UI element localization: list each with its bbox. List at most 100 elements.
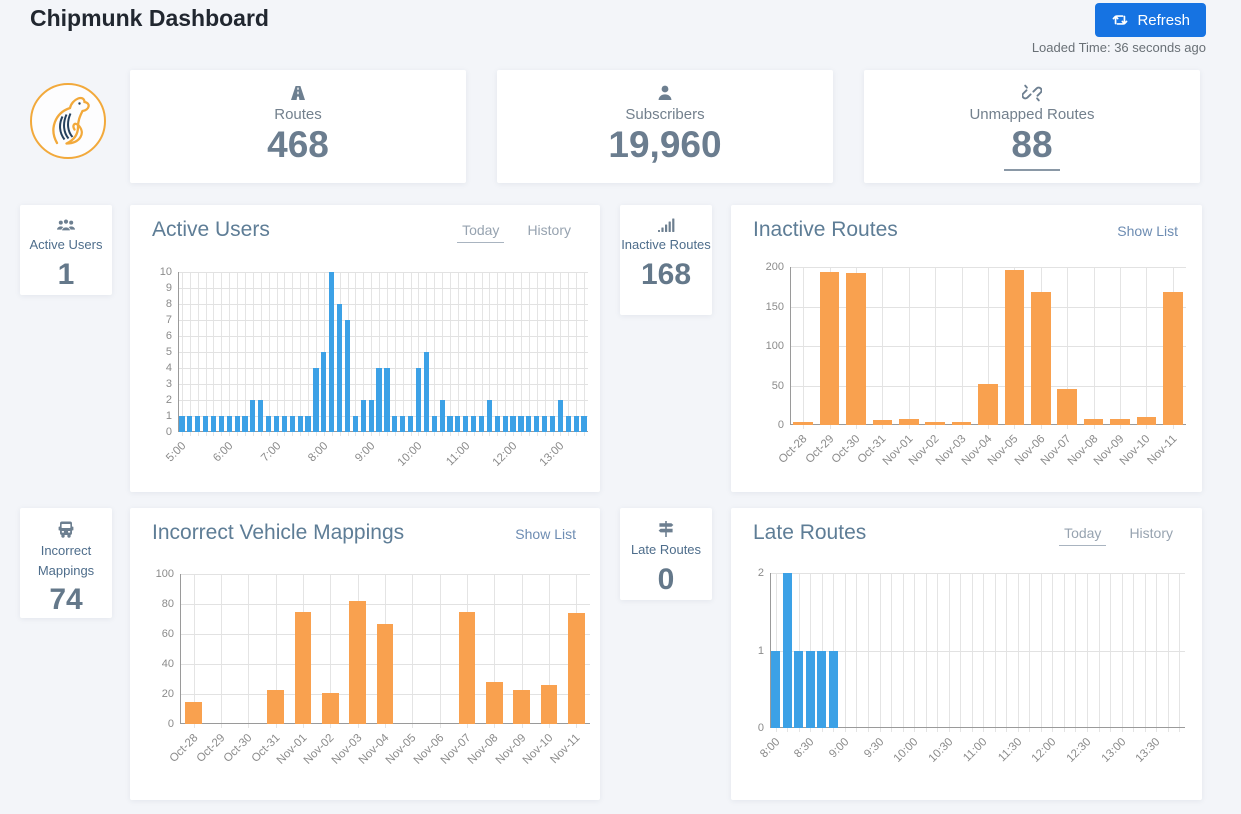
active-users-mini-card: Active Users 1	[20, 205, 112, 295]
bar	[793, 422, 813, 425]
tab-history[interactable]: History	[522, 222, 576, 243]
y-tick-label: 3	[138, 378, 172, 390]
show-list-link[interactable]: Show List	[1117, 223, 1178, 239]
bar	[416, 368, 421, 432]
mini-card-label: Inactive Routes	[620, 235, 712, 255]
bar	[329, 272, 334, 432]
bar	[526, 416, 531, 432]
y-tick-label: 0	[750, 419, 784, 431]
bar	[432, 416, 437, 432]
bar	[377, 624, 394, 725]
incorrect-mappings-panel: Incorrect Vehicle Mappings Show List 0 20…	[130, 508, 600, 800]
active-users-tabs: Today History	[457, 222, 576, 243]
page-title: Chipmunk Dashboard	[30, 5, 269, 32]
bar	[195, 416, 200, 432]
dashboard-page: Chipmunk Dashboard Refresh Loaded Time: …	[0, 0, 1241, 814]
bar	[479, 416, 484, 432]
y-tick-label: 1	[730, 645, 764, 657]
y-tick-label: 0	[140, 718, 174, 730]
y-tick-label: 5	[138, 346, 172, 358]
plot-area	[178, 272, 588, 432]
bar	[187, 416, 192, 432]
loaded-time-text: Loaded Time: 36 seconds ago	[1032, 40, 1206, 55]
bar	[384, 368, 389, 432]
y-tick-label: 20	[140, 688, 174, 700]
bar	[471, 416, 476, 432]
stat-label: Subscribers	[497, 106, 833, 123]
bus-icon	[20, 520, 112, 539]
bar	[541, 685, 558, 724]
bar	[487, 400, 492, 432]
inactive-routes-chart: 050100150200Oct-28Oct-29Oct-30Oct-31Nov-…	[731, 261, 1202, 491]
show-list-link[interactable]: Show List	[515, 526, 576, 542]
mini-card-value: 168	[620, 258, 712, 292]
inactive-routes-panel: Inactive Routes Show List 050100150200Oc…	[731, 205, 1202, 492]
y-tick-label: 8	[138, 298, 172, 310]
bar	[794, 651, 803, 729]
bar	[219, 416, 224, 432]
bar	[503, 416, 508, 432]
bar	[771, 651, 780, 729]
bar	[455, 416, 460, 432]
bar	[783, 573, 792, 728]
panel-title: Late Routes	[753, 521, 866, 545]
bar	[235, 416, 240, 432]
bar	[376, 368, 381, 432]
bar	[817, 651, 826, 729]
unlink-icon	[864, 83, 1200, 103]
bar	[513, 690, 530, 725]
bar	[250, 400, 255, 432]
bar	[353, 416, 358, 432]
late-routes-chart: 0128:008:309:009:3010:0010:3011:0011:301…	[731, 564, 1202, 794]
y-tick-label: 40	[140, 658, 174, 670]
panel-title: Active Users	[152, 218, 270, 242]
bar	[298, 416, 303, 432]
y-tick-label: 150	[750, 301, 784, 313]
bar	[1005, 270, 1025, 425]
bar	[925, 422, 945, 425]
road-icon	[130, 83, 466, 103]
mini-card-value: 74	[20, 583, 112, 617]
x-tick-label: 9:00	[331, 440, 378, 487]
bar	[369, 400, 374, 432]
x-tick-label: 13:00	[520, 440, 567, 487]
y-tick-label: 100	[140, 568, 174, 580]
bar	[447, 416, 452, 432]
tab-today[interactable]: Today	[457, 222, 504, 243]
x-tick-label: 6:00	[189, 440, 236, 487]
incorrect-mappings-chart: 020406080100Oct-28Oct-29Oct-30Oct-31Nov-…	[130, 564, 600, 794]
bar	[978, 384, 998, 425]
bar	[542, 416, 547, 432]
late-routes-panel: Late Routes Today History 0128:008:309:0…	[731, 508, 1202, 800]
y-tick-label: 50	[750, 380, 784, 392]
bar	[459, 612, 476, 725]
active-users-panel: Active Users Today History 0123456789105…	[130, 205, 600, 492]
bar	[574, 416, 579, 432]
bar	[267, 690, 284, 725]
bar	[392, 416, 397, 432]
bar	[322, 693, 339, 725]
y-tick-label: 200	[750, 261, 784, 273]
bar	[305, 416, 310, 432]
bar	[361, 400, 366, 432]
bar	[1031, 292, 1051, 425]
tab-today[interactable]: Today	[1059, 525, 1106, 546]
bar	[495, 416, 500, 432]
stat-label: Unmapped Routes	[864, 106, 1200, 123]
bar	[463, 416, 468, 432]
bar	[345, 320, 350, 432]
bar	[440, 400, 445, 432]
unmapped-routes-count-link[interactable]: 88	[864, 125, 1200, 171]
routes-stat-card: Routes 468	[130, 70, 466, 183]
bar	[349, 601, 366, 724]
chipmunk-logo	[28, 81, 108, 161]
panel-title: Incorrect Vehicle Mappings	[152, 521, 404, 545]
subscribers-stat-card: Subscribers 19,960	[497, 70, 833, 183]
bar	[313, 368, 318, 432]
bar	[211, 416, 216, 432]
mini-card-label: Active Users	[20, 235, 112, 255]
tab-history[interactable]: History	[1124, 525, 1178, 546]
bar	[806, 651, 815, 729]
bar	[203, 416, 208, 432]
refresh-button[interactable]: Refresh	[1095, 3, 1206, 37]
